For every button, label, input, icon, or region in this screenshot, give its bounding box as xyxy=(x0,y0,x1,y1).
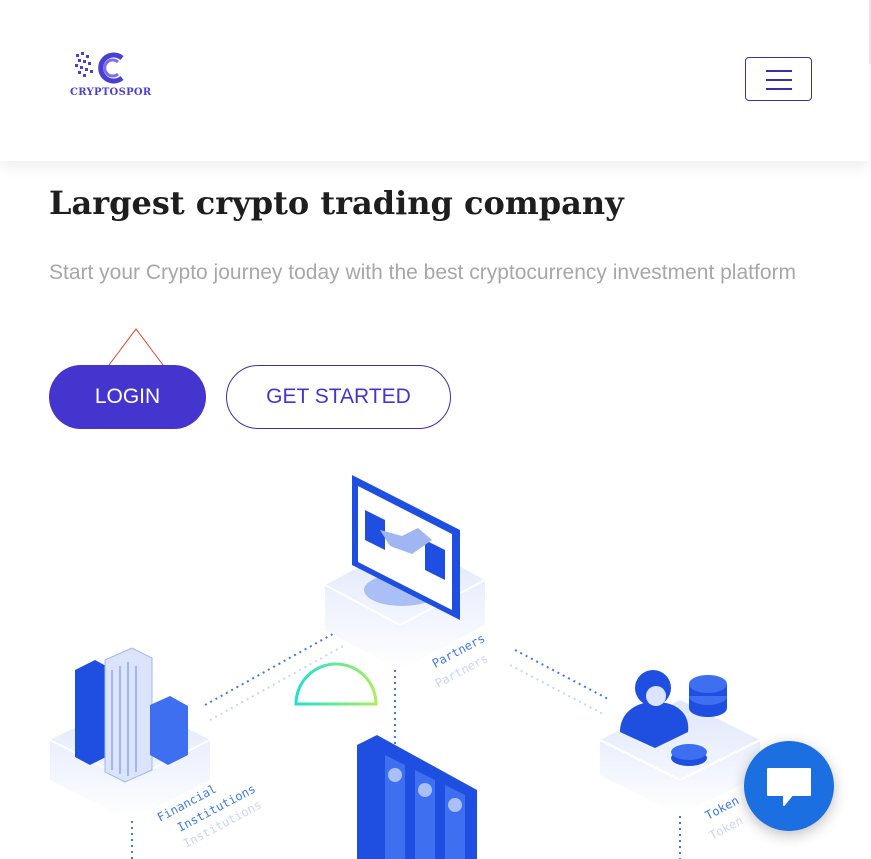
menu-toggle-button[interactable] xyxy=(745,57,812,101)
hamburger-icon-line xyxy=(766,79,792,81)
logo[interactable]: CRYPTOSPOR xyxy=(70,50,160,102)
site-header: CRYPTOSPOR xyxy=(0,0,871,161)
server-node xyxy=(357,735,477,859)
logo-text: CRYPTOSPOR xyxy=(70,87,152,98)
login-button[interactable]: LOGIN xyxy=(49,365,206,429)
shield-arc-icon xyxy=(294,662,378,706)
financial-institutions-node xyxy=(49,647,211,820)
hero-title: Largest crypto trading company xyxy=(49,184,624,222)
blockchain-network-illustration: Partners Partners Financial Institutions… xyxy=(49,475,761,859)
logo-icon xyxy=(75,52,124,84)
chat-bubble-icon xyxy=(767,768,811,806)
hamburger-icon-line xyxy=(766,88,792,90)
get-started-button[interactable]: GET STARTED xyxy=(226,365,451,429)
hero-subtitle: Start your Crypto journey today with the… xyxy=(49,261,796,284)
chat-button[interactable] xyxy=(744,741,834,831)
token-node xyxy=(599,670,761,815)
hamburger-icon-line xyxy=(766,70,792,72)
pointer-triangle-icon xyxy=(108,328,164,366)
